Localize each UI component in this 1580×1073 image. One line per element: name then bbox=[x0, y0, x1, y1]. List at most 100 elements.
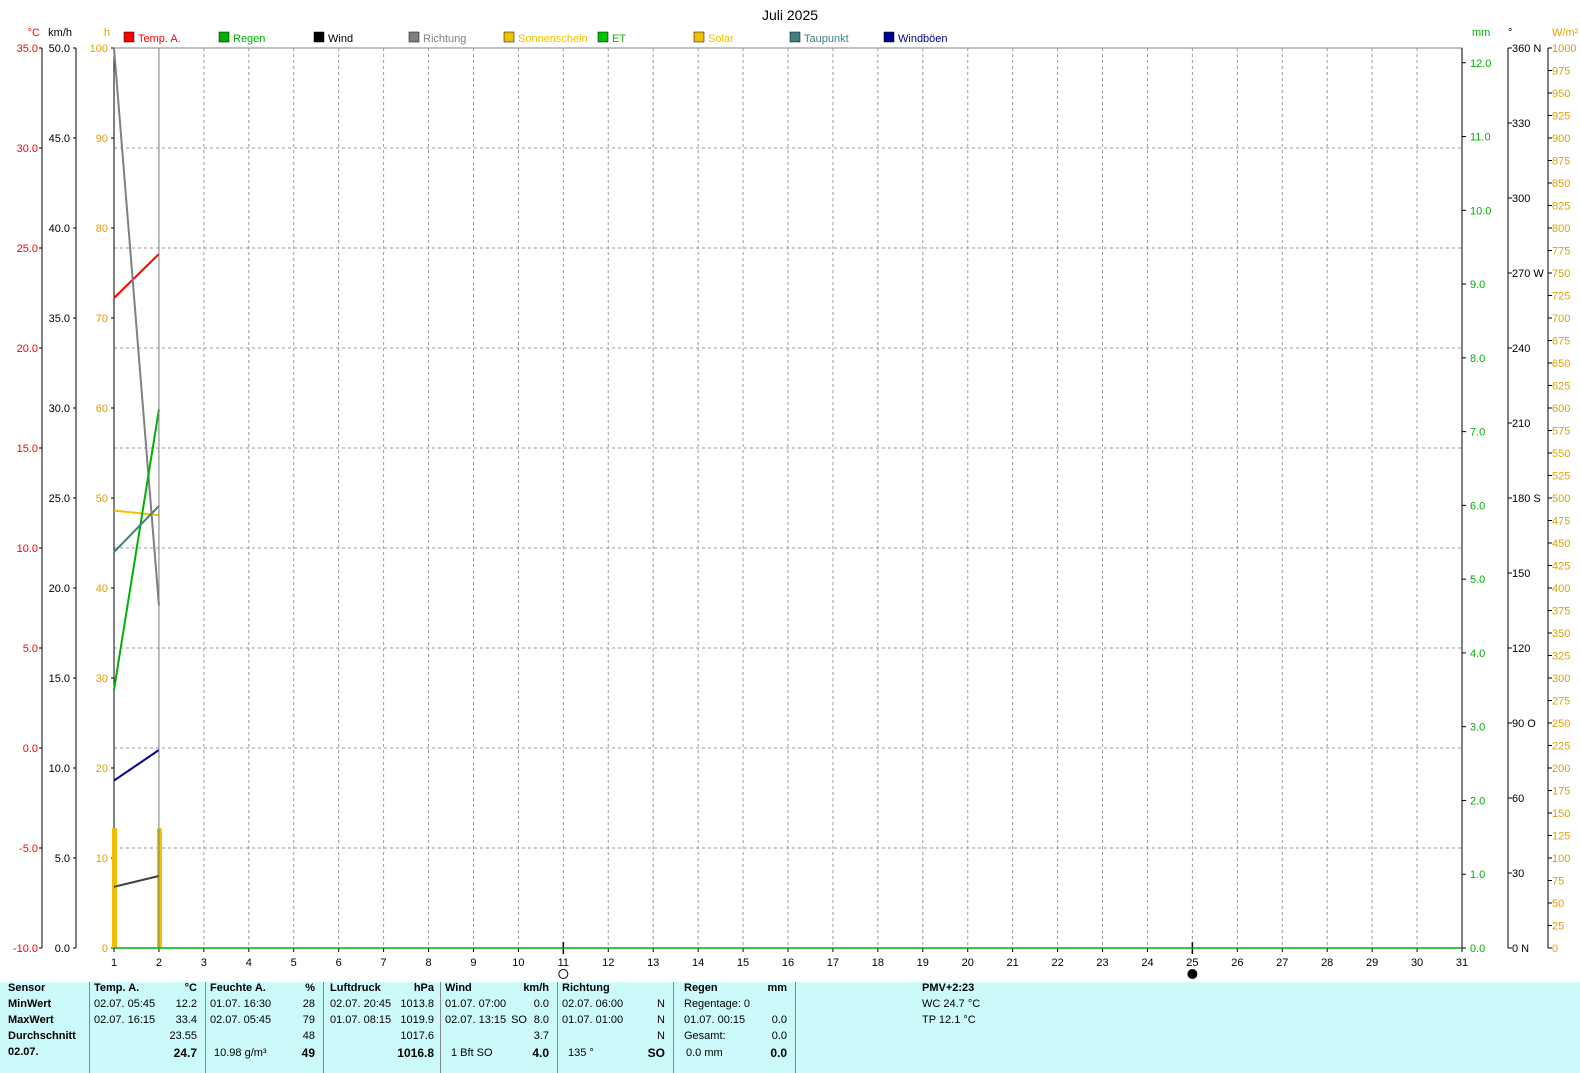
rain-unit: mm bbox=[767, 982, 787, 994]
pressure-min-value: 1013.8 bbox=[400, 998, 434, 1010]
axes: 1 2 3 4 5 6 7 8 9 10 11 12 13 14 15 16 17 18 19 20 21 22 23 24 2… bbox=[13, 27, 1579, 979]
solar-tick-label: 700 bbox=[1552, 313, 1570, 325]
solar-tick-label: 925 bbox=[1552, 111, 1570, 123]
temp-unit: °C bbox=[184, 982, 197, 994]
direction-min-time: 02.07. 06:00 bbox=[562, 998, 624, 1010]
x-tick-label: 20 bbox=[962, 957, 974, 969]
solar-tick-label: 200 bbox=[1552, 763, 1570, 775]
x-tick-label: 1 bbox=[111, 957, 117, 969]
rain-tick-label: 6.0 bbox=[1470, 500, 1485, 512]
legend-swatch bbox=[503, 31, 515, 43]
solar-tick-label: 375 bbox=[1552, 606, 1570, 618]
rain-days: Regentage: 0 bbox=[684, 998, 751, 1010]
x-tick-label: 14 bbox=[692, 957, 704, 969]
x-tick-label: 15 bbox=[737, 957, 749, 969]
rain-tick-label: 0.0 bbox=[1470, 943, 1485, 955]
x-tick-label: 8 bbox=[425, 957, 431, 969]
col-temp: Temp. A. °C 02.07. 05:45 12.2 02.07. 16:… bbox=[90, 982, 206, 1073]
temp-tick-label: -5.0 bbox=[19, 843, 38, 855]
x-tick-label: 16 bbox=[782, 957, 794, 969]
solar-tick-label: 975 bbox=[1552, 66, 1570, 78]
solar-tick-label: 675 bbox=[1552, 336, 1570, 348]
solar-tick-label: 550 bbox=[1552, 448, 1570, 460]
chart-title: Juli 2025 bbox=[762, 7, 818, 23]
series-line bbox=[113, 749, 160, 782]
x-tick-label: 13 bbox=[647, 957, 659, 969]
pressure-min-time: 02.07. 20:45 bbox=[330, 998, 392, 1010]
direction-tick-label: 150 bbox=[1512, 568, 1530, 580]
solar-tick-label: 625 bbox=[1552, 381, 1570, 393]
humidity-min-time: 01.07. 16:30 bbox=[210, 998, 272, 1010]
direction-header: Richtung bbox=[562, 982, 610, 994]
hours-axis-unit: h bbox=[104, 27, 110, 39]
temp-avg: 23.55 bbox=[169, 1030, 197, 1042]
statistics-panel: Sensor MinWert MaxWert Durchschnitt 02.0… bbox=[0, 982, 1580, 1073]
series-line bbox=[113, 47, 160, 606]
solar-tick-label: 400 bbox=[1552, 583, 1570, 595]
legend-label: Solar bbox=[708, 33, 734, 45]
hours-tick-label: 90 bbox=[96, 133, 108, 145]
legend-label: Temp. A. bbox=[138, 33, 181, 45]
row-label-min: MinWert bbox=[8, 998, 52, 1010]
wind-header: Wind bbox=[445, 982, 472, 994]
col-pressure: Luftdruck hPa 02.07. 20:45 1013.8 01.07.… bbox=[324, 982, 441, 1073]
legend-swatch bbox=[789, 31, 801, 43]
x-tick-label: 19 bbox=[917, 957, 929, 969]
legend-swatch bbox=[883, 31, 895, 43]
x-tick-label: 31 bbox=[1456, 957, 1468, 969]
solar-tick-label: 475 bbox=[1552, 516, 1570, 528]
wind-tick-label: 25.0 bbox=[49, 493, 70, 505]
hours-tick-label: 80 bbox=[96, 223, 108, 235]
temp-tick-label: 5.0 bbox=[23, 643, 38, 655]
sensor-header: Sensor bbox=[8, 982, 46, 994]
x-tick-label: 10 bbox=[512, 957, 524, 969]
direction-tick-label: 60 bbox=[1512, 793, 1524, 805]
rain-tick-label: 3.0 bbox=[1470, 722, 1485, 734]
legend-swatch bbox=[218, 31, 230, 43]
wind-beaufort: 1 Bft SO bbox=[451, 1047, 493, 1059]
legend-label: ET bbox=[612, 33, 626, 45]
x-tick-label: 29 bbox=[1366, 957, 1378, 969]
solar-tick-label: 450 bbox=[1552, 538, 1570, 550]
legend: Temp. A. Regen Wind Richtung Sonnenschein ET S… bbox=[123, 31, 948, 45]
humidity-min-value: 28 bbox=[302, 998, 315, 1010]
direction-tick-label: 330 bbox=[1512, 118, 1530, 130]
x-tick-label: 17 bbox=[827, 957, 839, 969]
row-label-avg: Durchschnitt bbox=[8, 1030, 76, 1042]
col-rain: Regen mm Regentage: 0 01.07. 00:15 0.0 G… bbox=[674, 982, 796, 1073]
temp-tick-label: 15.0 bbox=[17, 443, 38, 455]
x-tick-label: 5 bbox=[291, 957, 297, 969]
solar-tick-label: 525 bbox=[1552, 471, 1570, 483]
direction-tick-label: 360 N bbox=[1512, 43, 1541, 55]
row-label-current: 02.07. bbox=[8, 1046, 39, 1058]
direction-axis-unit: ° bbox=[1508, 27, 1512, 39]
rain-tick-label: 10.0 bbox=[1470, 205, 1491, 217]
solar-bar bbox=[112, 828, 117, 948]
wind-min-value: 0.0 bbox=[533, 998, 549, 1010]
series-line bbox=[113, 253, 160, 299]
solar-tick-label: 875 bbox=[1552, 156, 1570, 168]
dewpoint-value: TP 12.1 °C bbox=[922, 1014, 976, 1026]
humidity-absolute: 10.98 g/m³ bbox=[214, 1047, 267, 1059]
wind-min-time: 01.07. 07:00 bbox=[445, 998, 507, 1010]
humidity-max-time: 02.07. 05:45 bbox=[210, 1014, 272, 1026]
solar-tick-label: 775 bbox=[1552, 246, 1570, 258]
wind-max-value: 8.0 bbox=[533, 1014, 549, 1026]
rain-tick-label: 4.0 bbox=[1470, 648, 1485, 660]
direction-tick-label: 210 bbox=[1512, 418, 1530, 430]
x-tick-label: 9 bbox=[470, 957, 476, 969]
grid bbox=[113, 47, 1463, 949]
solar-tick-label: 125 bbox=[1552, 831, 1570, 843]
temp-tick-label: 0.0 bbox=[23, 743, 38, 755]
solar-tick-label: 600 bbox=[1552, 403, 1570, 415]
wind-tick-label: 45.0 bbox=[49, 133, 70, 145]
x-tick-label: 21 bbox=[1007, 957, 1019, 969]
wind-tick-label: 40.0 bbox=[49, 223, 70, 235]
wind-tick-label: 15.0 bbox=[49, 673, 70, 685]
x-tick-label: 11 bbox=[558, 957, 569, 969]
series-line bbox=[113, 875, 160, 888]
solar-tick-label: 300 bbox=[1552, 673, 1570, 685]
x-tick-label: 3 bbox=[201, 957, 207, 969]
x-tick-label: 4 bbox=[246, 957, 252, 969]
rain-current: 0.0 bbox=[770, 1046, 787, 1060]
